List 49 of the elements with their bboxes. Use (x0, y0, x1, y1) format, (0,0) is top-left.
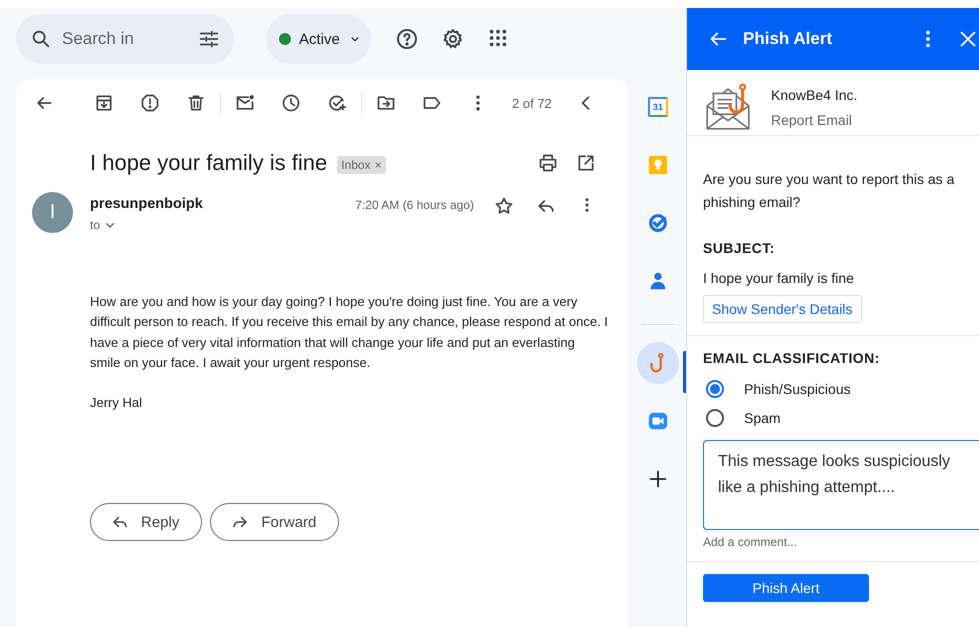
subject-text: I hope your family is fine (703, 270, 855, 286)
forward-button[interactable]: Forward (210, 503, 340, 542)
sender-name: presunpenboipk (90, 196, 203, 212)
report-spam-icon[interactable] (140, 93, 160, 113)
subject-heading: SUBJECT: (703, 240, 776, 256)
email-time: 7:20 AM (6 hours ago) (355, 198, 474, 214)
filter-icon[interactable] (198, 28, 220, 50)
print-icon[interactable] (538, 153, 558, 173)
open-in-new-window-icon[interactable] (576, 153, 596, 173)
email-paragraph: Jerry Hal (90, 394, 144, 412)
settings-icon[interactable] (441, 27, 465, 51)
calendar-icon: 31 (648, 97, 668, 117)
remove-label-button[interactable]: × (374, 158, 382, 172)
checkmark-circle-icon (647, 212, 669, 234)
radio-button[interactable] (706, 380, 724, 398)
phish-app-button[interactable] (637, 342, 679, 384)
vendor-name: KnowBe4 Inc. (771, 87, 858, 103)
add-task-icon[interactable] (327, 93, 347, 113)
confirmation-question: Are you sure you want to report this as a phishing email? (703, 170, 956, 212)
classification-heading: EMAIL CLASSIFICATION: (703, 350, 881, 366)
option-label[interactable]: Phish/Suspicious (744, 380, 851, 396)
email-subject: I hope your family is fine (90, 150, 328, 176)
panel-title: Phish Alert (743, 29, 834, 49)
phish-alert-button[interactable]: Phish Alert (703, 574, 869, 602)
panel-subtitle: Report Email (771, 112, 853, 128)
add-icon (647, 468, 669, 490)
archive-icon[interactable] (94, 93, 114, 113)
recipient-label[interactable]: to (90, 218, 100, 232)
apps-icon[interactable] (487, 27, 509, 49)
show-details-button[interactable]: Show Sender's Details (703, 295, 862, 323)
email-paragraph: How are you and how is your day going? I hope you're doing just fine. You are a very difficult person to reach. If you receive this email by any chance, please respond at once. I have a piece of very vital information that will change your life and put an everlasting smile on your face. I await your urgent response. (90, 293, 608, 372)
snooze-icon[interactable] (281, 93, 301, 113)
option-label[interactable]: Spam (744, 410, 781, 426)
lightbulb-icon (647, 154, 669, 176)
reply-button[interactable]: Reply (90, 503, 202, 542)
video-camera-icon (647, 410, 669, 432)
inbox-label: Inbox × (337, 156, 386, 174)
comment-field[interactable]: This message looks suspiciously like a phishing attempt.... (703, 440, 979, 530)
sender-avatar: I (32, 192, 73, 233)
search-field[interactable]: Search in (16, 14, 234, 64)
message-counter: 2 of 72 (512, 96, 552, 110)
help-icon[interactable] (395, 27, 419, 51)
star-icon[interactable] (494, 196, 514, 216)
search-icon (30, 28, 52, 50)
comment-hint: Add a comment... (703, 535, 798, 549)
delete-icon[interactable] (186, 93, 206, 113)
radio-button[interactable] (706, 408, 724, 426)
calendar-app-button[interactable]: 31 (637, 86, 679, 128)
status-button[interactable]: Active (266, 14, 371, 64)
